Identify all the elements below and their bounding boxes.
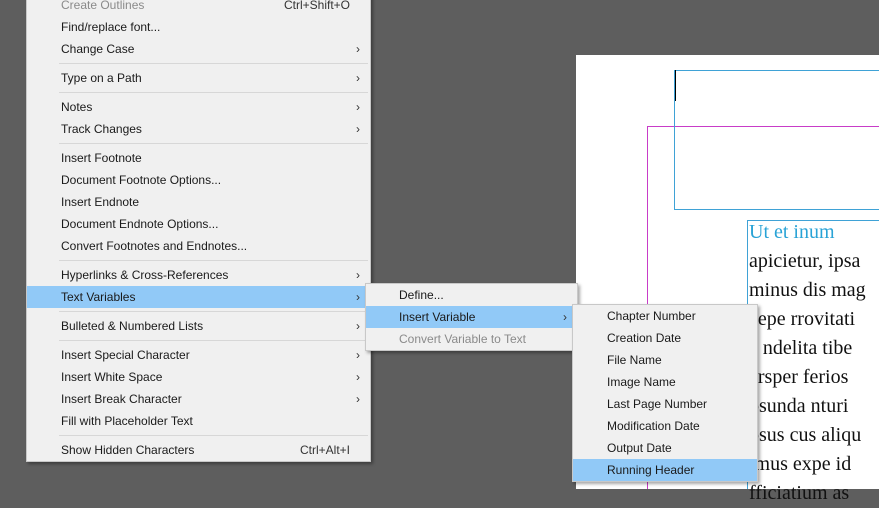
menu-item-label: Insert Footnote xyxy=(61,151,142,165)
menu-item-label: Creation Date xyxy=(607,331,682,345)
chevron-right-icon: › xyxy=(356,100,360,114)
chevron-right-icon: › xyxy=(356,268,360,282)
body-line: aepe rrovitati xyxy=(749,308,856,330)
menu-item-label: Convert Footnotes and Endnotes... xyxy=(61,239,248,253)
chevron-right-icon: › xyxy=(356,370,360,384)
menu-item-label: Convert Variable to Text xyxy=(399,332,526,346)
menu-item-label: Fill with Placeholder Text xyxy=(61,414,193,428)
menu-item-notes[interactable]: Notes › xyxy=(27,96,370,118)
menu-item-insert-endnote[interactable]: Insert Endnote xyxy=(27,191,370,213)
menu-item-track-changes[interactable]: Track Changes › xyxy=(27,118,370,140)
menu-separator xyxy=(59,143,368,144)
body-line: osunda nturi xyxy=(749,395,849,417)
menu-item-insert-break-character[interactable]: Insert Break Character › xyxy=(27,388,370,410)
chevron-right-icon: › xyxy=(563,310,567,324)
menu-item-insert-white-space[interactable]: Insert White Space › xyxy=(27,366,370,388)
body-text[interactable]: Ut et inum apicietur, ipsa minus dis mag… xyxy=(749,218,879,508)
chevron-right-icon: › xyxy=(356,392,360,406)
menu-item-label: Show Hidden Characters xyxy=(61,443,195,457)
menu-item-label: Change Case xyxy=(61,42,135,56)
menu-item-label: Define... xyxy=(399,288,444,302)
menu-item-label: Document Footnote Options... xyxy=(61,173,222,187)
menu-separator xyxy=(59,340,368,341)
menu-item-label: Track Changes xyxy=(61,122,142,136)
insert-variable-submenu: Chapter Number Creation Date File Name I… xyxy=(572,304,758,482)
shortcut-label: Ctrl+Alt+I xyxy=(299,443,350,457)
body-heading: Ut et inum xyxy=(749,221,835,243)
menu-item-file-name[interactable]: File Name xyxy=(573,349,757,371)
menu-item-label: Chapter Number xyxy=(607,309,696,323)
menu-item-label: Last Page Number xyxy=(607,397,708,411)
menu-item-image-name[interactable]: Image Name xyxy=(573,371,757,393)
menu-item-label: Bulleted & Numbered Lists xyxy=(61,319,204,333)
menu-separator xyxy=(59,311,368,312)
menu-item-label: Insert Variable xyxy=(399,310,476,324)
header-text-frame[interactable] xyxy=(674,70,879,210)
body-line: minus dis mag xyxy=(749,279,866,301)
menu-item-label: Insert Endnote xyxy=(61,195,140,209)
shortcut-label: Ctrl+Shift+O xyxy=(283,0,350,12)
menu-item-insert-variable[interactable]: Insert Variable › xyxy=(366,306,577,328)
body-line: a ndelita tibe xyxy=(749,337,853,359)
menu-item-document-endnote-options[interactable]: Document Endnote Options... xyxy=(27,213,370,235)
menu-item-label: Document Endnote Options... xyxy=(61,217,219,231)
menu-item-find-replace-font[interactable]: Find/replace font... xyxy=(27,16,370,38)
menu-separator xyxy=(59,435,368,436)
menu-item-label: Notes xyxy=(61,100,93,114)
menu-item-output-date[interactable]: Output Date xyxy=(573,437,757,459)
menu-item-label: Output Date xyxy=(607,441,672,455)
menu-item-label: Insert White Space xyxy=(61,370,163,384)
menu-item-define[interactable]: Define... xyxy=(366,284,577,306)
chevron-right-icon: › xyxy=(356,122,360,136)
menu-item-label: Insert Special Character xyxy=(61,348,190,362)
menu-separator xyxy=(59,92,368,93)
menu-item-bulleted-lists[interactable]: Bulleted & Numbered Lists › xyxy=(27,315,370,337)
menu-item-text-variables[interactable]: Text Variables › xyxy=(27,286,370,308)
menu-item-create-outlines[interactable]: Create Outlines Ctrl+Shift+O xyxy=(27,0,370,16)
menu-item-label: File Name xyxy=(607,353,662,367)
body-line: osus cus aliqu xyxy=(749,424,862,446)
menu-item-hyperlinks[interactable]: Hyperlinks & Cross-References › xyxy=(27,264,370,286)
menu-item-label: Running Header xyxy=(607,463,695,477)
chevron-right-icon: › xyxy=(356,319,360,333)
menu-item-insert-footnote[interactable]: Insert Footnote xyxy=(27,147,370,169)
chevron-right-icon: › xyxy=(356,348,360,362)
menu-item-fill-placeholder-text[interactable]: Fill with Placeholder Text xyxy=(27,410,370,432)
menu-item-chapter-number[interactable]: Chapter Number xyxy=(573,305,757,327)
menu-separator xyxy=(59,63,368,64)
menu-item-modification-date[interactable]: Modification Date xyxy=(573,415,757,437)
type-menu: Create Outlines Ctrl+Shift+O Find/replac… xyxy=(26,0,371,462)
menu-item-convert-variable[interactable]: Convert Variable to Text xyxy=(366,328,577,350)
text-variables-submenu: Define... Insert Variable › Convert Vari… xyxy=(365,283,578,351)
chevron-right-icon: › xyxy=(356,290,360,304)
body-line: fficiatium as xyxy=(749,482,850,504)
menu-item-creation-date[interactable]: Creation Date xyxy=(573,327,757,349)
menu-item-label: Create Outlines xyxy=(61,0,145,12)
menu-item-label: Hyperlinks & Cross-References xyxy=(61,268,229,282)
menu-item-label: Image Name xyxy=(607,375,676,389)
menu-item-last-page-number[interactable]: Last Page Number xyxy=(573,393,757,415)
body-line: ersper ferios xyxy=(749,366,849,388)
menu-item-insert-special-character[interactable]: Insert Special Character › xyxy=(27,344,370,366)
menu-item-show-hidden-characters[interactable]: Show Hidden Characters Ctrl+Alt+I xyxy=(27,439,370,461)
menu-item-change-case[interactable]: Change Case › xyxy=(27,38,370,60)
menu-item-label: Insert Break Character xyxy=(61,392,182,406)
menu-item-convert-footnotes[interactable]: Convert Footnotes and Endnotes... xyxy=(27,235,370,257)
body-line: apicietur, ipsa xyxy=(749,250,861,272)
text-cursor xyxy=(675,70,676,101)
menu-item-running-header[interactable]: Running Header xyxy=(573,459,757,481)
menu-item-label: Type on a Path xyxy=(61,71,142,85)
menu-item-type-on-path[interactable]: Type on a Path › xyxy=(27,67,370,89)
menu-separator xyxy=(59,260,368,261)
chevron-right-icon: › xyxy=(356,42,360,56)
menu-item-label: Text Variables xyxy=(61,290,136,304)
chevron-right-icon: › xyxy=(356,71,360,85)
body-line: imus expe id xyxy=(749,453,852,475)
menu-item-document-footnote-options[interactable]: Document Footnote Options... xyxy=(27,169,370,191)
menu-item-label: Modification Date xyxy=(607,419,700,433)
menu-item-label: Find/replace font... xyxy=(61,20,161,34)
